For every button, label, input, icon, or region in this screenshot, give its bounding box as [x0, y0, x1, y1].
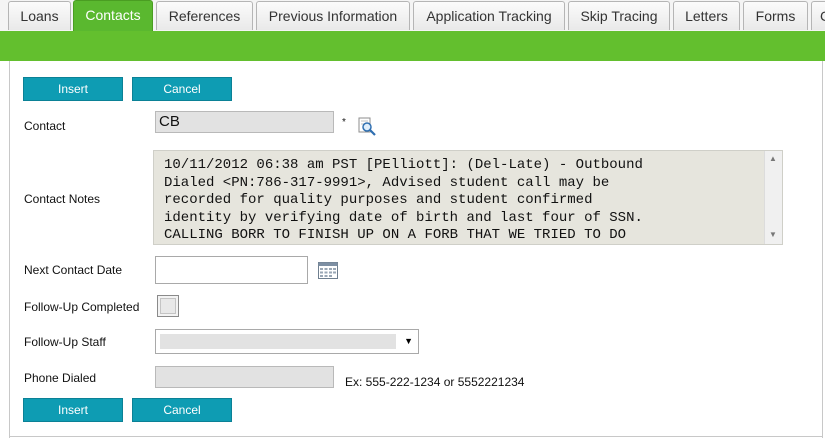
- calendar-icon[interactable]: [318, 262, 338, 279]
- follow-up-completed-label: Follow-Up Completed: [24, 300, 140, 314]
- follow-up-staff-select[interactable]: ▼: [155, 329, 419, 354]
- next-contact-date-label: Next Contact Date: [24, 263, 123, 277]
- cancel-button-bottom[interactable]: Cancel: [132, 398, 232, 422]
- follow-up-staff-value: [160, 334, 396, 349]
- lookup-magnifier-icon[interactable]: [357, 116, 377, 136]
- contact-notes-label: Contact Notes: [24, 192, 101, 206]
- phone-dialed-label: Phone Dialed: [24, 371, 97, 385]
- cancel-button-top[interactable]: Cancel: [132, 77, 232, 101]
- contact-field[interactable]: CB: [155, 111, 334, 133]
- tab-loans[interactable]: Loans: [8, 1, 71, 30]
- tab-references[interactable]: References: [156, 1, 253, 30]
- contact-notes-text: 10/11/2012 06:38 am PST [PElliott]: (Del…: [164, 157, 643, 243]
- contact-label: Contact: [24, 119, 66, 133]
- scroll-down-icon[interactable]: ▼: [769, 230, 777, 239]
- notes-bottom-mask: [153, 246, 748, 249]
- dropdown-arrow-icon[interactable]: ▼: [404, 336, 413, 346]
- tab-header-bar: [0, 31, 825, 61]
- tab-letters[interactable]: Letters: [673, 1, 740, 30]
- notes-scrollbar[interactable]: ▲ ▼: [764, 151, 782, 244]
- tab-application-tracking[interactable]: Application Tracking: [413, 1, 565, 30]
- insert-button-top[interactable]: Insert: [23, 77, 123, 101]
- insert-button-bottom[interactable]: Insert: [23, 398, 123, 422]
- panel-border-left: [9, 61, 10, 438]
- tab-forms[interactable]: Forms: [743, 1, 808, 30]
- next-contact-date-input[interactable]: [155, 256, 308, 284]
- phone-format-hint: Ex: 555-222-1234 or 5552221234: [345, 375, 525, 389]
- scroll-up-icon[interactable]: ▲: [769, 154, 777, 163]
- tab-bar: Loans Contacts References Previous Infor…: [0, 0, 825, 31]
- panel-border-bottom: [9, 436, 823, 437]
- tab-skip-tracing[interactable]: Skip Tracing: [568, 1, 670, 30]
- phone-dialed-field[interactable]: [155, 366, 334, 388]
- contact-notes-textarea[interactable]: 10/11/2012 06:38 am PST [PElliott]: (Del…: [153, 150, 783, 245]
- follow-up-staff-label: Follow-Up Staff: [24, 335, 106, 349]
- tab-contacts[interactable]: Contacts: [73, 0, 153, 31]
- tab-previous-information[interactable]: Previous Information: [256, 1, 410, 30]
- follow-up-completed-checkbox[interactable]: [157, 295, 179, 317]
- required-marker: *: [342, 117, 346, 128]
- panel-border-right: [822, 61, 823, 438]
- tab-overflow[interactable]: C: [811, 1, 825, 30]
